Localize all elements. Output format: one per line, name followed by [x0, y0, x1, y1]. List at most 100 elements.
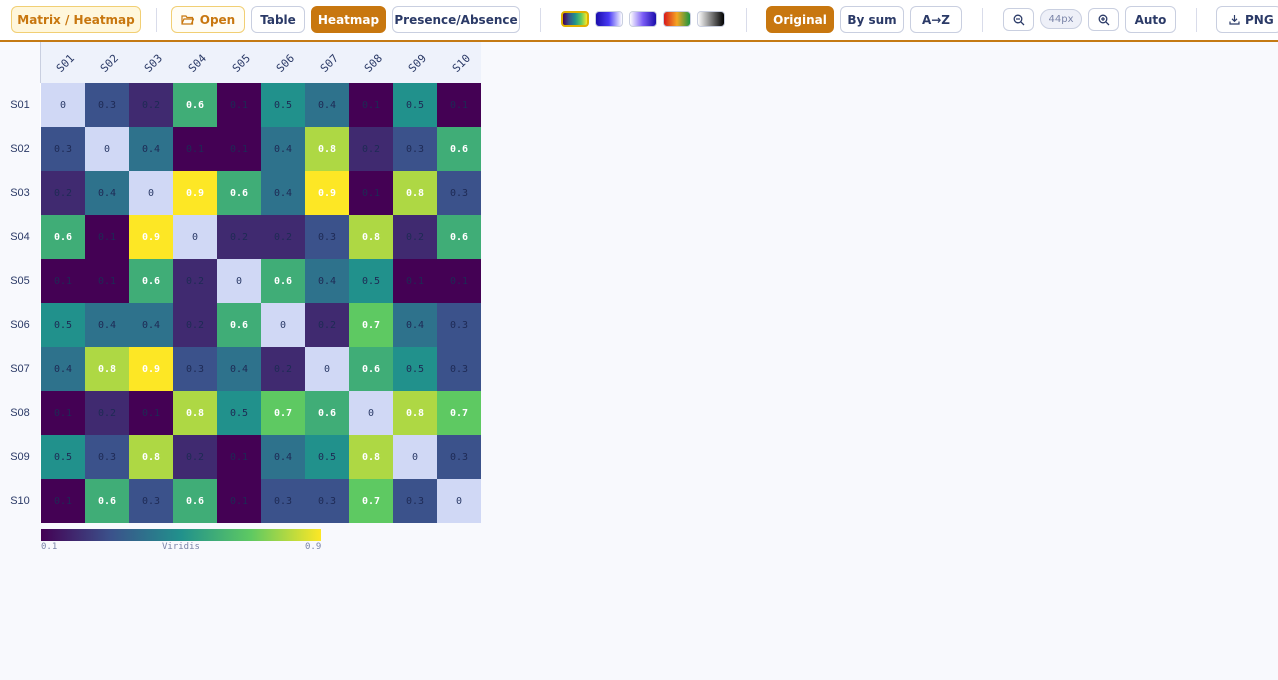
heatmap-cell[interactable]: 0.1	[217, 127, 261, 171]
heatmap-cell[interactable]: 0.7	[349, 303, 393, 347]
palette-red-green-swatch[interactable]	[663, 11, 691, 27]
heatmap-cell[interactable]: 0.4	[217, 347, 261, 391]
heatmap-cell[interactable]: 0.6	[437, 215, 481, 259]
heatmap-cell[interactable]: 0.1	[41, 259, 85, 303]
heatmap-cell[interactable]: 0.4	[305, 83, 349, 127]
heatmap-cell[interactable]: 0	[437, 479, 481, 523]
heatmap-cell[interactable]: 0.1	[349, 171, 393, 215]
heatmap-cell[interactable]: 0.3	[437, 303, 481, 347]
heatmap-cell[interactable]: 0.2	[173, 259, 217, 303]
palette-purple-white-swatch[interactable]	[629, 11, 657, 27]
heatmap-cell[interactable]: 0.2	[261, 215, 305, 259]
heatmap-cell[interactable]: 0.3	[393, 479, 437, 523]
heatmap-cell[interactable]: 0	[261, 303, 305, 347]
heatmap-cell[interactable]: 0.1	[85, 259, 129, 303]
heatmap-cell[interactable]: 0	[41, 83, 85, 127]
heatmap-cell[interactable]: 0.5	[305, 435, 349, 479]
heatmap-cell[interactable]: 0.9	[129, 347, 173, 391]
export-png-button[interactable]: PNG	[1216, 6, 1278, 33]
heatmap-cell[interactable]: 0.1	[437, 83, 481, 127]
heatmap-cell[interactable]: 0.6	[261, 259, 305, 303]
heatmap-cell[interactable]: 0.6	[305, 391, 349, 435]
heatmap-cell[interactable]: 0.2	[393, 215, 437, 259]
heatmap-cell[interactable]: 0.2	[41, 171, 85, 215]
heatmap-cell[interactable]: 0.2	[349, 127, 393, 171]
heatmap-cell[interactable]: 0.2	[85, 391, 129, 435]
heatmap-cell[interactable]: 0.5	[41, 303, 85, 347]
heatmap-cell[interactable]: 0.2	[173, 303, 217, 347]
heatmap-cell[interactable]: 0.8	[173, 391, 217, 435]
heatmap-cell[interactable]: 0.3	[85, 435, 129, 479]
heatmap-cell[interactable]: 0.8	[393, 391, 437, 435]
heatmap-cell[interactable]: 0.2	[305, 303, 349, 347]
heatmap-cell[interactable]: 0	[217, 259, 261, 303]
sort-alpha-button[interactable]: A→Z	[910, 6, 962, 33]
sort-original-button[interactable]: Original	[766, 6, 834, 33]
heatmap-cell[interactable]: 0.5	[349, 259, 393, 303]
heatmap-cell[interactable]: 0.1	[217, 83, 261, 127]
heatmap-cell[interactable]: 0.1	[173, 127, 217, 171]
heatmap-cell[interactable]: 0.5	[393, 347, 437, 391]
heatmap-cell[interactable]: 0.6	[437, 127, 481, 171]
heatmap-cell[interactable]: 0.3	[173, 347, 217, 391]
heatmap-cell[interactable]: 0.2	[173, 435, 217, 479]
heatmap-cell[interactable]: 0	[349, 391, 393, 435]
palette-blues-swatch[interactable]	[595, 11, 623, 27]
heatmap-cell[interactable]: 0.1	[393, 259, 437, 303]
heatmap-cell[interactable]: 0.5	[217, 391, 261, 435]
heatmap-cell[interactable]: 0.4	[85, 303, 129, 347]
heatmap-cell[interactable]: 0.3	[305, 479, 349, 523]
heatmap-cell[interactable]: 0.1	[349, 83, 393, 127]
heatmap-cell[interactable]: 0.3	[85, 83, 129, 127]
palette-viridis-swatch[interactable]	[561, 11, 589, 27]
heatmap-cell[interactable]: 0.1	[217, 479, 261, 523]
heatmap-cell[interactable]: 0.7	[437, 391, 481, 435]
heatmap-cell[interactable]: 0.6	[173, 83, 217, 127]
open-button[interactable]: Open	[171, 6, 245, 33]
heatmap-cell[interactable]: 0.9	[129, 215, 173, 259]
heatmap-cell[interactable]: 0.3	[305, 215, 349, 259]
heatmap-cell[interactable]: 0.4	[85, 171, 129, 215]
heatmap-cell[interactable]: 0.6	[129, 259, 173, 303]
heatmap-cell[interactable]: 0.3	[393, 127, 437, 171]
heatmap-cell[interactable]: 0.4	[261, 171, 305, 215]
heatmap-cell[interactable]: 0.6	[173, 479, 217, 523]
heatmap-cell[interactable]: 0.6	[217, 171, 261, 215]
palette-grayscale-swatch[interactable]	[697, 11, 725, 27]
heatmap-cell[interactable]: 0.3	[437, 171, 481, 215]
heatmap-cell[interactable]: 0.6	[349, 347, 393, 391]
sort-by-sum-button[interactable]: By sum	[840, 6, 904, 33]
heatmap-cell[interactable]: 0	[305, 347, 349, 391]
heatmap-cell[interactable]: 0.6	[217, 303, 261, 347]
tab-heatmap[interactable]: Heatmap	[311, 6, 386, 33]
heatmap-cell[interactable]: 0	[173, 215, 217, 259]
heatmap-cell[interactable]: 0.2	[261, 347, 305, 391]
heatmap-cell[interactable]: 0.4	[305, 259, 349, 303]
heatmap-cell[interactable]: 0.1	[437, 259, 481, 303]
heatmap-cell[interactable]: 0.3	[437, 435, 481, 479]
heatmap-cell[interactable]: 0.4	[129, 127, 173, 171]
heatmap-cell[interactable]: 0.7	[261, 391, 305, 435]
heatmap-cell[interactable]: 0.8	[349, 435, 393, 479]
heatmap-cell[interactable]: 0.5	[393, 83, 437, 127]
heatmap-cell[interactable]: 0.9	[305, 171, 349, 215]
heatmap-cell[interactable]: 0.1	[217, 435, 261, 479]
heatmap-cell[interactable]: 0.8	[85, 347, 129, 391]
heatmap-cell[interactable]: 0.1	[129, 391, 173, 435]
heatmap-cell[interactable]: 0.3	[261, 479, 305, 523]
zoom-in-button[interactable]	[1088, 8, 1119, 31]
heatmap-cell[interactable]: 0.5	[261, 83, 305, 127]
heatmap-cell[interactable]: 0.9	[173, 171, 217, 215]
tab-presence-absence[interactable]: Presence/Absence	[392, 6, 520, 33]
heatmap-cell[interactable]: 0.3	[129, 479, 173, 523]
heatmap-cell[interactable]: 0.4	[261, 127, 305, 171]
heatmap-cell[interactable]: 0.4	[261, 435, 305, 479]
auto-zoom-button[interactable]: Auto	[1125, 6, 1176, 33]
heatmap-cell[interactable]: 0	[129, 171, 173, 215]
heatmap-cell[interactable]: 0.6	[41, 215, 85, 259]
heatmap-cell[interactable]: 0.1	[41, 391, 85, 435]
heatmap-cell[interactable]: 0	[85, 127, 129, 171]
heatmap-cell[interactable]: 0.6	[85, 479, 129, 523]
heatmap-cell[interactable]: 0.4	[393, 303, 437, 347]
heatmap-cell[interactable]: 0.4	[129, 303, 173, 347]
